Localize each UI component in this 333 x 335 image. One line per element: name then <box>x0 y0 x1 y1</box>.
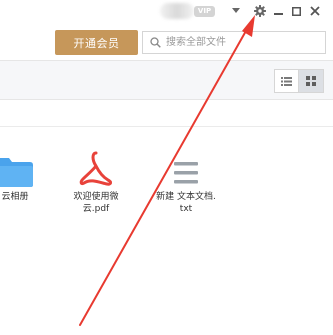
annotation-arrow <box>79 15 255 326</box>
